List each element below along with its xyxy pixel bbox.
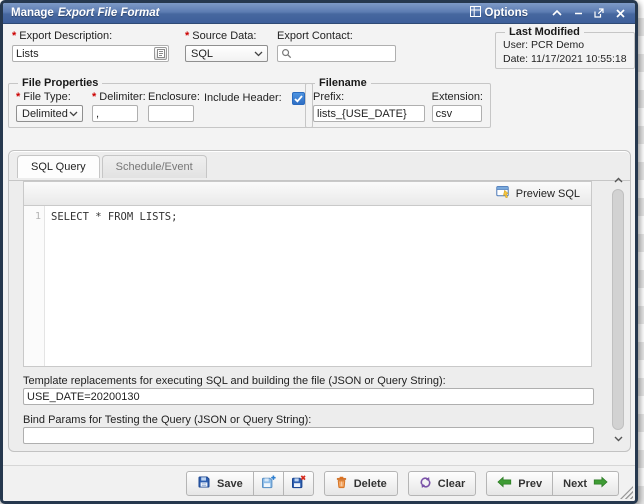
enclosure-label: Enclosure: xyxy=(148,91,198,103)
last-modified-box: Last Modified User: PCR Demo Date: 11/17… xyxy=(495,26,635,69)
delimiter-label: *Delimiter: xyxy=(92,91,144,103)
check-icon xyxy=(294,95,303,103)
refresh-icon xyxy=(419,476,432,492)
bind-params-input[interactable] xyxy=(23,427,594,444)
tab-schedule-event[interactable]: Schedule/Event xyxy=(102,155,207,178)
next-button[interactable]: Next xyxy=(552,471,619,496)
options-label: Options xyxy=(485,7,528,19)
minus-icon xyxy=(574,9,583,17)
line-number: 1 xyxy=(24,211,41,222)
save-and-new-button[interactable] xyxy=(253,471,284,496)
popout-button[interactable] xyxy=(592,6,606,20)
minimize-button[interactable] xyxy=(571,6,585,20)
tab-strip: SQL Query Schedule/Event xyxy=(17,155,207,178)
extension-label: Extension: xyxy=(432,91,483,103)
vertical-scrollbar[interactable] xyxy=(611,173,626,446)
dialog-title-prefix: Manage xyxy=(11,7,54,19)
required-marker: * xyxy=(16,91,20,103)
include-header-label: Include Header: xyxy=(204,92,282,104)
trash-icon xyxy=(335,475,348,492)
save-and-close-button[interactable] xyxy=(283,471,314,496)
scrollbar-thumb[interactable] xyxy=(612,189,624,430)
save-button[interactable]: Save xyxy=(186,471,254,496)
arrow-left-icon xyxy=(497,476,512,491)
preview-sql-button[interactable]: Preview SQL xyxy=(490,183,586,204)
file-properties-legend: File Properties xyxy=(18,77,102,89)
clear-button[interactable]: Clear xyxy=(408,471,477,496)
dialog-body: *Export Description: *Source Data: SQL E… xyxy=(3,24,635,501)
save-icon xyxy=(197,475,211,492)
prev-button[interactable]: Prev xyxy=(486,471,553,496)
file-properties-box: File Properties *File Type: Delimited *D… xyxy=(8,77,313,128)
preview-sql-icon xyxy=(496,185,511,202)
clear-label: Clear xyxy=(438,478,466,490)
save-plus-icon xyxy=(261,475,276,493)
popout-icon xyxy=(594,8,604,18)
export-contact-label: Export Contact: xyxy=(277,30,396,42)
chevron-up-icon xyxy=(614,177,623,183)
extension-input[interactable] xyxy=(432,105,482,122)
filename-legend: Filename xyxy=(315,77,371,89)
collapse-button[interactable] xyxy=(550,6,564,20)
manage-export-dialog: Manage Export File Format Options xyxy=(0,0,638,504)
save-button-group: Save xyxy=(186,471,314,496)
line-number-gutter: 1 xyxy=(24,206,45,366)
options-menu-button[interactable]: Options xyxy=(470,6,528,20)
last-modified-user: User: PCR Demo xyxy=(503,38,627,52)
export-description-input[interactable] xyxy=(12,45,169,62)
last-modified-legend: Last Modified xyxy=(505,26,584,38)
footer-toolbar: Save Delete xyxy=(3,465,635,501)
dialog-title: Manage Export File Format xyxy=(11,7,470,19)
delimiter-input[interactable] xyxy=(92,105,138,122)
required-marker: * xyxy=(185,30,189,42)
export-contact-input[interactable] xyxy=(277,45,396,62)
last-modified-date: Date: 11/17/2021 10:55:18 xyxy=(503,52,627,66)
next-label: Next xyxy=(563,478,587,490)
required-marker: * xyxy=(92,91,96,103)
bind-params-label: Bind Params for Testing the Query (JSON … xyxy=(23,414,311,426)
query-tab-panel: SQL Query Schedule/Event Preview SQL 1 S… xyxy=(8,150,631,452)
grid-icon xyxy=(470,6,481,20)
chevron-down-icon xyxy=(69,111,78,117)
file-type-select[interactable]: Delimited xyxy=(16,105,83,122)
search-icon xyxy=(281,48,292,62)
expand-text-icon[interactable] xyxy=(154,47,167,60)
source-data-select[interactable]: SQL xyxy=(185,45,268,62)
close-icon xyxy=(616,9,625,18)
prefix-label: Prefix: xyxy=(313,91,425,103)
template-replacements-label: Template replacements for executing SQL … xyxy=(23,375,446,387)
preview-sql-label: Preview SQL xyxy=(516,188,580,200)
prev-label: Prev xyxy=(518,478,542,490)
chevron-up-icon xyxy=(552,9,562,17)
include-header-checkbox[interactable] xyxy=(292,92,305,105)
save-label: Save xyxy=(217,478,243,490)
scroll-up-arrow[interactable] xyxy=(611,173,626,187)
required-marker: * xyxy=(12,30,16,42)
source-data-value: SQL xyxy=(191,48,213,60)
file-type-label: *File Type: xyxy=(16,91,92,103)
nav-button-group: Prev Next xyxy=(486,471,619,496)
chevron-down-icon xyxy=(614,436,623,442)
close-button[interactable] xyxy=(613,6,627,20)
filename-box: Filename Prefix: Extension: xyxy=(305,77,491,128)
chevron-down-icon xyxy=(254,51,263,57)
source-data-label: *Source Data: xyxy=(185,30,268,42)
editor-toolbar: Preview SQL xyxy=(23,181,592,206)
sql-code[interactable]: SELECT * FROM LISTS; xyxy=(45,206,591,366)
delete-button[interactable]: Delete xyxy=(324,471,398,496)
sql-editor[interactable]: 1 SELECT * FROM LISTS; xyxy=(23,206,592,367)
tab-sql-query[interactable]: SQL Query xyxy=(17,155,100,178)
titlebar[interactable]: Manage Export File Format Options xyxy=(3,3,635,24)
save-x-icon xyxy=(291,475,306,493)
arrow-right-icon xyxy=(593,476,608,491)
delete-label: Delete xyxy=(354,478,387,490)
export-description-label: *Export Description: xyxy=(12,30,169,42)
enclosure-input[interactable] xyxy=(148,105,194,122)
prefix-input[interactable] xyxy=(313,105,425,122)
dialog-title-emphasis: Export File Format xyxy=(58,7,160,19)
scroll-down-arrow[interactable] xyxy=(611,432,626,446)
file-type-value: Delimited xyxy=(22,108,68,120)
template-replacements-input[interactable] xyxy=(23,388,594,405)
